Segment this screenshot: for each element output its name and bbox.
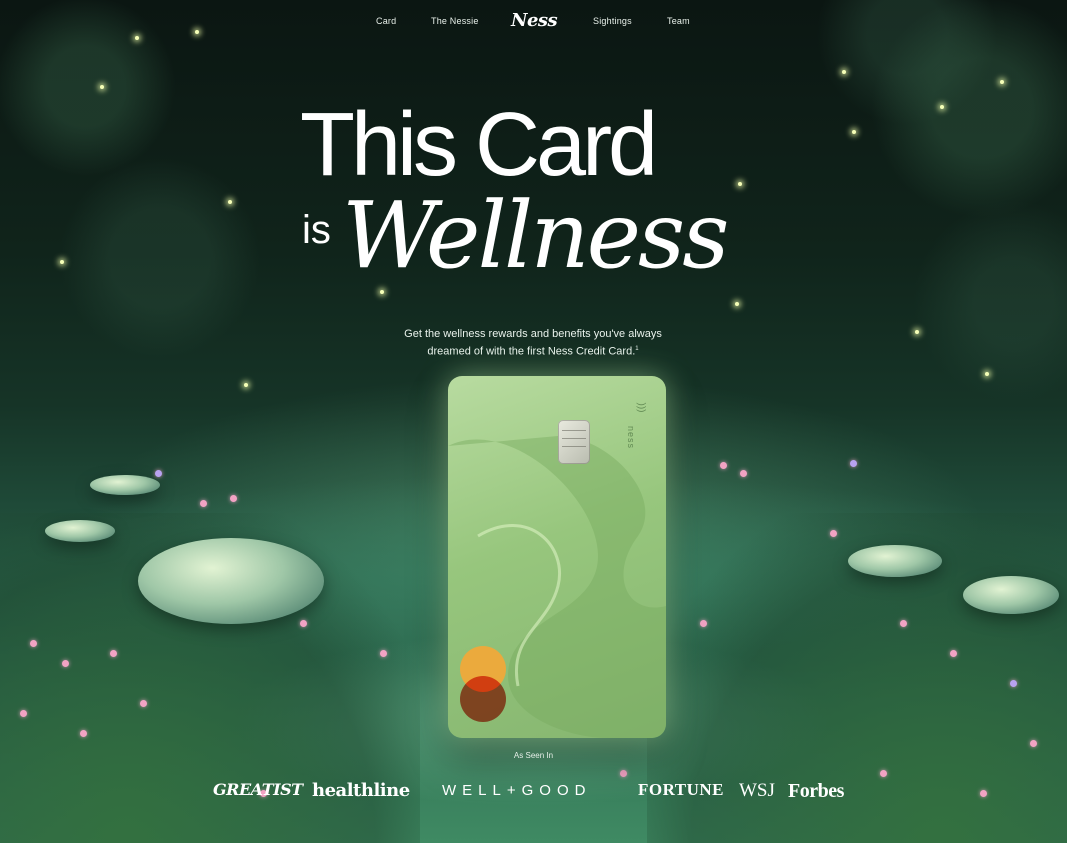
press-logo-forbes: Forbes — [788, 780, 844, 802]
nav-link-the-nessie[interactable]: The Nessie — [431, 16, 479, 26]
subtitle-line-1: Get the wellness rewards and benefits yo… — [404, 328, 662, 340]
press-logo-wsj: WSJ — [739, 780, 775, 801]
flower — [230, 495, 237, 502]
press-logo-well-good: WELL+GOOD — [442, 782, 592, 799]
nav-link-card[interactable]: Card — [376, 16, 396, 26]
headline-wellness: Wellness — [342, 182, 729, 289]
nav-link-team[interactable]: Team — [667, 16, 690, 26]
flower — [950, 650, 957, 657]
rock — [138, 538, 324, 624]
flower — [300, 620, 307, 627]
firefly — [842, 70, 846, 74]
subtitle-line-2: dreamed of with the first Ness Credit Ca… — [427, 345, 636, 358]
firefly — [244, 383, 248, 387]
as-seen-in-label: As Seen In — [513, 751, 554, 760]
rock — [45, 520, 115, 542]
contactless-icon: ))) — [635, 402, 647, 413]
headline-line-1: This Card — [300, 95, 658, 195]
headline-is: is — [302, 208, 331, 252]
press-logo-greatist: GREATIST — [213, 780, 303, 799]
flower — [20, 710, 27, 717]
flower — [140, 700, 147, 707]
firefly — [135, 36, 139, 40]
hero-headline: This Card is Wellness — [0, 100, 1067, 300]
subtitle-footnote[interactable]: 1 — [635, 346, 638, 352]
flower — [850, 460, 857, 467]
flower — [1030, 740, 1037, 747]
flower — [380, 650, 387, 657]
flower — [62, 660, 69, 667]
hero-subtitle: Get the wellness rewards and benefits yo… — [383, 327, 683, 360]
flower — [200, 500, 207, 507]
flower — [830, 530, 837, 537]
flower — [700, 620, 707, 627]
mastercard-logo-right — [460, 676, 506, 722]
top-nav: Card The Nessie Ness Sightings Team — [0, 10, 1067, 32]
rock — [963, 576, 1059, 614]
flower — [155, 470, 162, 477]
flower — [1010, 680, 1017, 687]
flower — [80, 730, 87, 737]
firefly — [1000, 80, 1004, 84]
flower — [620, 770, 627, 777]
press-logo-healthline: healthline — [312, 780, 410, 801]
credit-card: ))) ness — [448, 376, 666, 738]
rock — [90, 475, 160, 495]
flower — [880, 770, 887, 777]
brand-logo[interactable]: Ness — [511, 10, 558, 31]
flower — [980, 790, 987, 797]
firefly — [985, 372, 989, 376]
firefly — [735, 302, 739, 306]
flower — [110, 650, 117, 657]
nav-link-sightings[interactable]: Sightings — [593, 16, 632, 26]
firefly — [915, 330, 919, 334]
flower — [720, 462, 727, 469]
flower — [900, 620, 907, 627]
firefly — [100, 85, 104, 89]
press-logo-fortune: FORTUNE — [638, 780, 725, 799]
rock — [848, 545, 942, 577]
card-chip — [558, 420, 590, 464]
flower — [30, 640, 37, 647]
flower — [740, 470, 747, 477]
card-wordmark: ness — [626, 426, 636, 450]
